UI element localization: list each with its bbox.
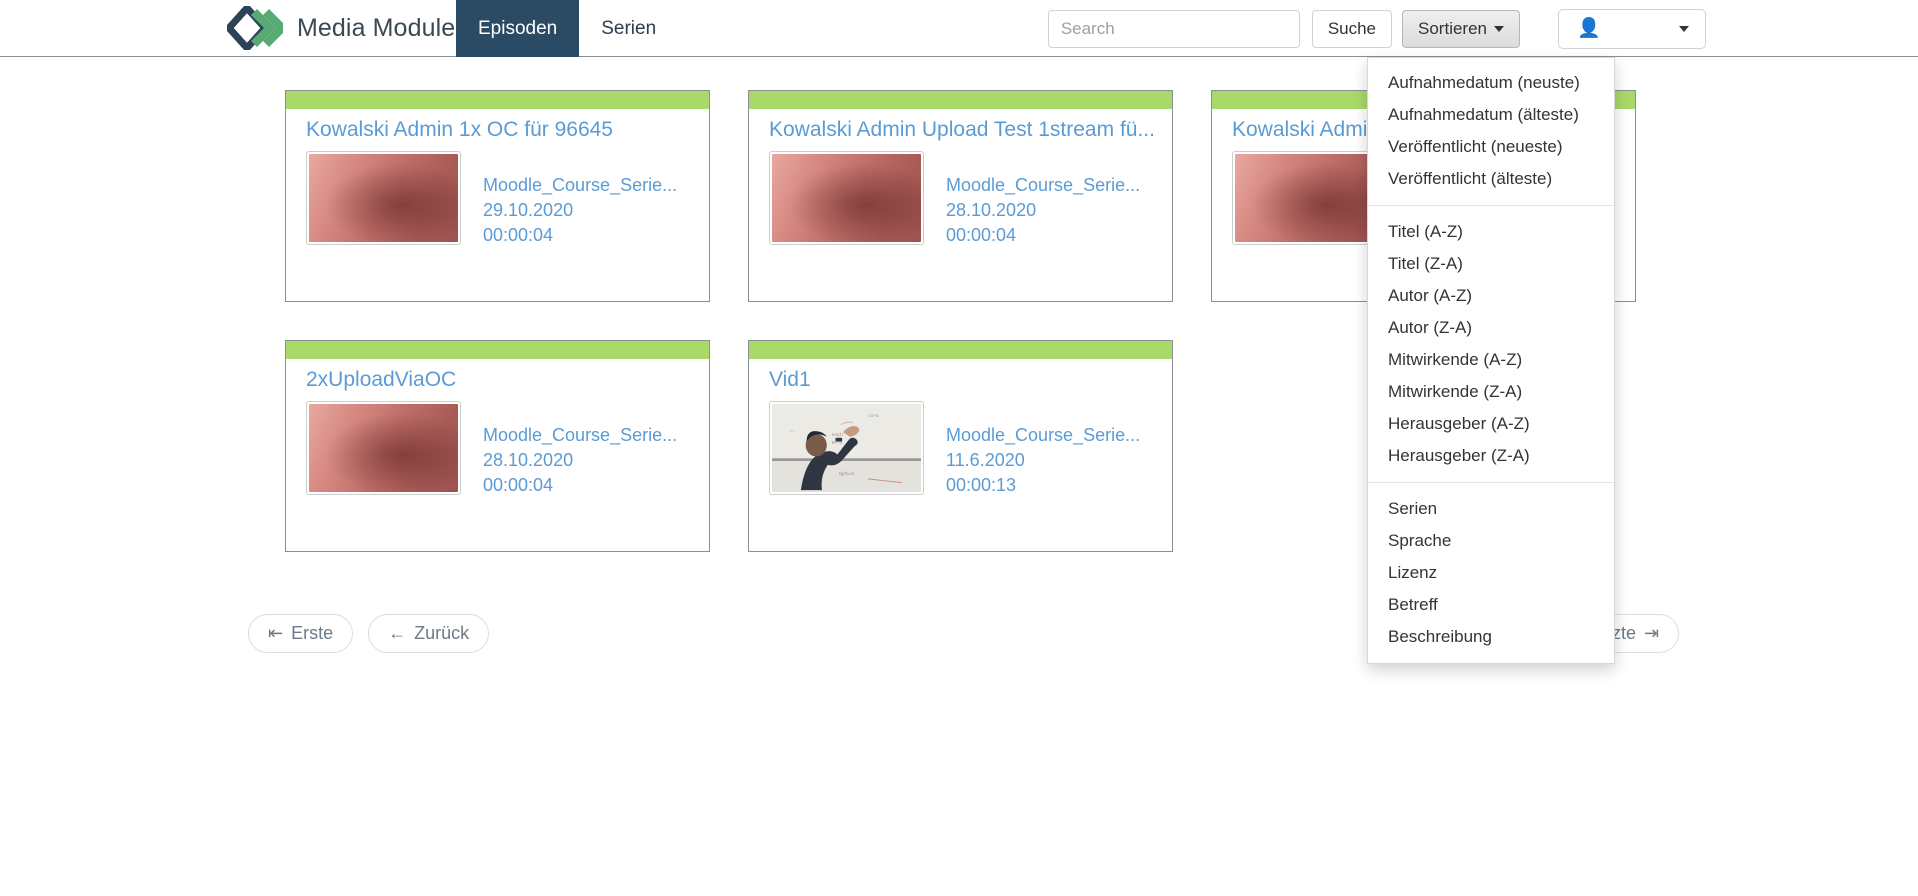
chevron-down-icon bbox=[1679, 25, 1689, 32]
sort-option-publisher-za[interactable]: Herausgeber (Z-A) bbox=[1368, 440, 1614, 472]
svg-text:10+5: 10+5 bbox=[868, 413, 879, 419]
sort-button-label: Sortieren bbox=[1418, 18, 1487, 38]
header-controls: Suche Sortieren 👤 bbox=[1047, 0, 1918, 57]
caret-down-icon bbox=[1494, 25, 1504, 32]
main-content: Kowalski Admin 1x OC für 96645 Moodle_Co… bbox=[0, 57, 1918, 896]
sort-option-author-az[interactable]: Autor (A-Z) bbox=[1368, 280, 1614, 312]
top-header: Media Module Episoden Serien Suche Sorti… bbox=[0, 0, 1918, 57]
card-series-link[interactable]: Moodle_Course_Serie... bbox=[946, 423, 1140, 448]
sort-group-meta: Serien Sprache Lizenz Betreff Beschreibu… bbox=[1368, 493, 1614, 653]
pagination-left: ⇤ Erste ← Zurück bbox=[248, 614, 490, 653]
first-arrow-icon: ⇤ bbox=[268, 623, 284, 643]
pagination-first-button[interactable]: ⇤ Erste bbox=[248, 614, 354, 653]
user-avatar-icon: 👤 bbox=[1577, 18, 1601, 39]
last-arrow-icon: ⇥ bbox=[1644, 623, 1660, 643]
card-status-strip bbox=[749, 91, 1172, 109]
card-status-strip bbox=[286, 341, 709, 359]
tab-episoden[interactable]: Episoden bbox=[456, 0, 580, 57]
sort-option-title-za[interactable]: Titel (Z-A) bbox=[1368, 248, 1614, 280]
pagination-prev-button[interactable]: ← Zurück bbox=[368, 614, 490, 653]
sort-dropdown-menu[interactable]: Aufnahmedatum (neuste) Aufnahmedatum (äl… bbox=[1367, 57, 1615, 664]
search-input[interactable] bbox=[1047, 9, 1300, 48]
episode-card[interactable]: 2xUploadViaOC Moodle_Course_Serie... 28.… bbox=[285, 340, 710, 552]
sort-option-subject[interactable]: Betreff bbox=[1368, 589, 1614, 621]
sort-option-published-newest[interactable]: Veröffentlicht (neueste) bbox=[1368, 131, 1614, 163]
user-menu-button[interactable]: 👤 bbox=[1558, 8, 1706, 49]
card-meta: Moodle_Course_Serie... 29.10.2020 00:00:… bbox=[483, 151, 677, 248]
sort-option-published-oldest[interactable]: Veröffentlicht (älteste) bbox=[1368, 163, 1614, 195]
card-body: Moodle_Course_Serie... 29.10.2020 00:00:… bbox=[306, 151, 709, 248]
sort-option-license[interactable]: Lizenz bbox=[1368, 557, 1614, 589]
pagination-prev-label: Zurück bbox=[414, 623, 470, 643]
card-date: 29.10.2020 bbox=[483, 200, 574, 220]
pagination-last-label: zte bbox=[1612, 623, 1637, 643]
sort-option-publisher-az[interactable]: Herausgeber (A-Z) bbox=[1368, 408, 1614, 440]
search-button[interactable]: Suche bbox=[1311, 9, 1393, 48]
sort-button[interactable]: Sortieren bbox=[1402, 9, 1520, 48]
episode-card[interactable]: Vid1 10+5 mod r ax+b fg/m=0 x= Moodle_Co… bbox=[748, 340, 1173, 552]
sort-group-text: Titel (A-Z) Titel (Z-A) Autor (A-Z) Auto… bbox=[1368, 216, 1614, 472]
card-body: 10+5 mod r ax+b fg/m=0 x= Moodle_Course_… bbox=[769, 401, 1172, 498]
page-title: Media Module bbox=[297, 13, 456, 42]
card-thumbnail[interactable] bbox=[306, 401, 461, 495]
left-arrow-icon: ← bbox=[388, 623, 407, 643]
sort-option-language[interactable]: Sprache bbox=[1368, 525, 1614, 557]
sort-option-title-az[interactable]: Titel (A-Z) bbox=[1368, 216, 1614, 248]
card-date: 11.6.2020 bbox=[946, 450, 1025, 470]
sort-group-date: Aufnahmedatum (neuste) Aufnahmedatum (äl… bbox=[1368, 67, 1614, 195]
card-meta: Moodle_Course_Serie... 28.10.2020 00:00:… bbox=[946, 151, 1140, 248]
svg-text:fg/m=0: fg/m=0 bbox=[839, 471, 854, 477]
card-title-link[interactable]: Vid1 bbox=[769, 368, 1159, 392]
card-duration: 00:00:04 bbox=[483, 225, 554, 245]
card-body: Moodle_Course_Serie... 28.10.2020 00:00:… bbox=[769, 151, 1172, 248]
main-nav: Episoden Serien bbox=[456, 0, 678, 57]
sort-option-author-za[interactable]: Autor (Z-A) bbox=[1368, 312, 1614, 344]
sort-option-contributor-az[interactable]: Mitwirkende (A-Z) bbox=[1368, 344, 1614, 376]
card-date: 28.10.2020 bbox=[946, 200, 1037, 220]
card-status-strip bbox=[749, 341, 1172, 359]
card-thumbnail[interactable] bbox=[306, 151, 461, 245]
tab-serien[interactable]: Serien bbox=[579, 0, 678, 57]
svg-text:mod r: mod r bbox=[832, 432, 845, 438]
brand: Media Module bbox=[227, 3, 455, 53]
sort-option-series[interactable]: Serien bbox=[1368, 493, 1614, 525]
card-duration: 00:00:13 bbox=[946, 475, 1017, 495]
card-row-2: 2xUploadViaOC Moodle_Course_Serie... 28.… bbox=[285, 340, 1173, 552]
card-series-link[interactable]: Moodle_Course_Serie... bbox=[946, 173, 1140, 198]
card-thumbnail[interactable] bbox=[769, 151, 924, 245]
card-meta: Moodle_Course_Serie... 11.6.2020 00:00:1… bbox=[946, 401, 1140, 498]
dropdown-divider bbox=[1368, 205, 1614, 206]
card-title-link[interactable]: Kowalski Admin Upload Test 1stream fü... bbox=[769, 118, 1159, 142]
card-date: 28.10.2020 bbox=[483, 450, 574, 470]
card-title-link[interactable]: 2xUploadViaOC bbox=[306, 368, 696, 392]
card-title-link[interactable]: Kowalski Admin 1x OC für 96645 bbox=[306, 118, 696, 142]
episode-card[interactable]: Kowalski Admin Upload Test 1stream fü...… bbox=[748, 90, 1173, 302]
card-body: Moodle_Course_Serie... 28.10.2020 00:00:… bbox=[306, 401, 709, 498]
card-thumbnail[interactable]: 10+5 mod r ax+b fg/m=0 x= bbox=[769, 401, 924, 495]
pagination-first-label: Erste bbox=[291, 623, 334, 643]
sort-option-contributor-za[interactable]: Mitwirkende (Z-A) bbox=[1368, 376, 1614, 408]
card-thumbnail[interactable] bbox=[1232, 151, 1387, 245]
card-meta: Moodle_Course_Serie... 28.10.2020 00:00:… bbox=[483, 401, 677, 498]
sort-option-recording-oldest[interactable]: Aufnahmedatum (älteste) bbox=[1368, 99, 1614, 131]
sort-option-description[interactable]: Beschreibung bbox=[1368, 621, 1614, 653]
card-series-link[interactable]: Moodle_Course_Serie... bbox=[483, 423, 677, 448]
card-duration: 00:00:04 bbox=[946, 225, 1017, 245]
episode-card[interactable]: Kowalski Admin 1x OC für 96645 Moodle_Co… bbox=[285, 90, 710, 302]
sort-option-recording-newest[interactable]: Aufnahmedatum (neuste) bbox=[1368, 67, 1614, 99]
card-series-link[interactable]: Moodle_Course_Serie... bbox=[483, 173, 677, 198]
card-duration: 00:00:04 bbox=[483, 475, 554, 495]
card-status-strip bbox=[286, 91, 709, 109]
dropdown-divider bbox=[1368, 482, 1614, 483]
diamond-chevrons-logo bbox=[227, 6, 283, 50]
svg-text:x=: x= bbox=[789, 429, 794, 434]
